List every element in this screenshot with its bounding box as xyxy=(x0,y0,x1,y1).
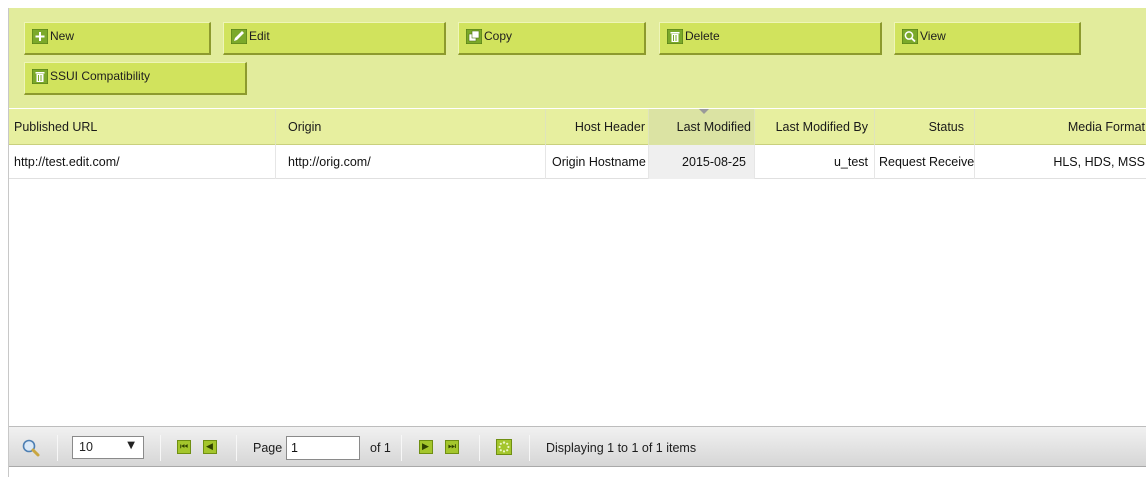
new-button[interactable]: New xyxy=(24,22,211,55)
page-count-label: of 1 xyxy=(370,441,391,455)
last-page-icon: ⏭ xyxy=(448,442,457,452)
cell-last-modified-by: u_test xyxy=(755,145,875,179)
edit-button-label: Edit xyxy=(249,29,270,43)
delete-button-label: Delete xyxy=(685,29,720,43)
last-page-button[interactable]: ⏭ xyxy=(445,440,459,454)
page-label: Page xyxy=(253,441,283,455)
view-button-label: View xyxy=(920,29,946,43)
copy-icon xyxy=(466,29,482,44)
pager-status: Displaying 1 to 1 of 1 items xyxy=(546,441,697,455)
column-header-media-format[interactable]: Media Format xyxy=(975,109,1146,145)
ssui-compatibility-button-label: SSUI Compatibility xyxy=(50,69,151,83)
trash-icon xyxy=(32,69,48,84)
column-header-status[interactable]: Status xyxy=(875,109,975,145)
toolbar: New Edit Copy Delete View SSUI Compatibi… xyxy=(9,8,1146,108)
new-button-label: New xyxy=(50,29,75,43)
page-size-value: 10 xyxy=(79,440,93,454)
search-icon[interactable] xyxy=(21,438,41,458)
pager-separator xyxy=(236,435,237,461)
edit-button[interactable]: Edit xyxy=(223,22,446,55)
cell-published-url: http://test.edit.com/ xyxy=(9,145,276,179)
column-header-origin[interactable]: Origin xyxy=(276,109,546,145)
dropdown-arrow-icon: ▼ xyxy=(127,440,135,451)
page-number-input[interactable] xyxy=(286,436,360,460)
next-page-button[interactable]: ▶ xyxy=(419,440,433,454)
cell-origin: http://orig.com/ xyxy=(276,145,546,179)
cell-last-modified: 2015-08-25 xyxy=(649,145,755,179)
column-header-last-modified-by[interactable]: Last Modified By xyxy=(755,109,875,145)
plus-icon xyxy=(32,29,48,44)
pagination-bar: 10 ▼ ⏮ ◀ Page of 1 ▶ ⏭ Displaying 1 to 1… xyxy=(9,426,1146,467)
page-size-select[interactable]: 10 ▼ xyxy=(72,436,144,459)
table-row[interactable]: http://test.edit.com/ http://orig.com/ O… xyxy=(9,145,1146,179)
pencil-icon xyxy=(231,29,247,44)
copy-button[interactable]: Copy xyxy=(458,22,646,55)
view-button[interactable]: View xyxy=(894,22,1081,55)
trash-icon xyxy=(667,29,683,44)
refresh-icon xyxy=(498,441,510,453)
copy-button-label: Copy xyxy=(484,29,513,43)
column-header-published-url[interactable]: Published URL xyxy=(9,109,276,145)
cell-status: Request Received xyxy=(875,145,975,179)
next-page-icon: ▶ xyxy=(422,442,429,452)
pager-separator xyxy=(57,435,58,461)
grid-header: Published URL Origin Host Header Last Mo… xyxy=(9,109,1146,145)
ssui-compatibility-button[interactable]: SSUI Compatibility xyxy=(24,62,247,95)
delete-button[interactable]: Delete xyxy=(659,22,882,55)
pager-separator xyxy=(160,435,161,461)
cell-media-format: HLS, HDS, MSS xyxy=(1053,155,1145,169)
refresh-button[interactable] xyxy=(496,439,512,455)
pager-separator xyxy=(401,435,402,461)
pager-separator xyxy=(479,435,480,461)
first-page-icon: ⏮ xyxy=(180,442,189,452)
cell-host-header: Origin Hostname xyxy=(546,145,649,179)
previous-page-button[interactable]: ◀ xyxy=(203,440,217,454)
sort-descending-icon xyxy=(699,109,709,114)
first-page-button[interactable]: ⏮ xyxy=(177,440,191,454)
previous-page-icon: ◀ xyxy=(206,442,213,452)
grid-panel: New Edit Copy Delete View SSUI Compatibi… xyxy=(8,8,1146,477)
column-header-host-header[interactable]: Host Header xyxy=(546,109,649,145)
column-header-last-modified[interactable]: Last Modified xyxy=(649,109,755,145)
pager-separator xyxy=(529,435,530,461)
magnifier-icon xyxy=(902,29,918,44)
